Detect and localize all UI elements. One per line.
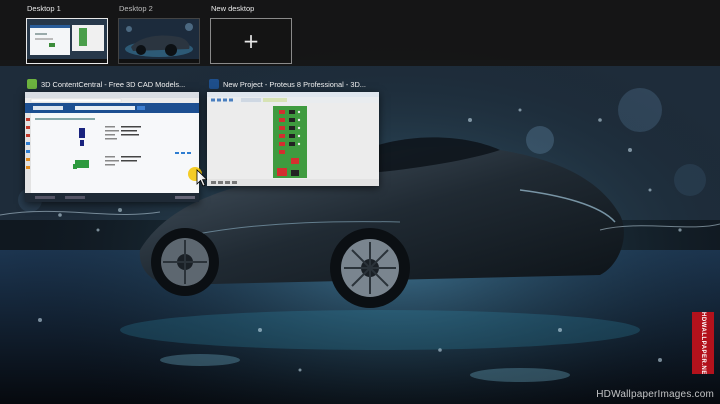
contentcentral-page-preview xyxy=(25,92,199,202)
contentcentral-app-icon xyxy=(27,79,37,89)
proteus-3d-viewer-preview xyxy=(207,92,379,186)
new-desktop[interactable]: New desktop + xyxy=(210,4,292,64)
window-2-title: New Project - Proteus 8 Professional - 3… xyxy=(223,79,366,89)
plus-icon: + xyxy=(242,29,260,53)
virtual-desktops-bar: Desktop 1 Desktop 2 New desktop + xyxy=(0,0,720,66)
desktop-2-label: Desktop 2 xyxy=(119,4,153,13)
desktop-1-preview xyxy=(27,19,107,63)
window-proteus[interactable]: New Project - Proteus 8 Professional - 3… xyxy=(207,76,381,186)
proteus-app-icon xyxy=(209,79,219,89)
desktop-1-thumbnail[interactable] xyxy=(26,18,108,64)
watermark-stamp: HDWALLPAPER.NET xyxy=(692,312,714,374)
window-1-title: 3D ContentCentral - Free 3D CAD Models..… xyxy=(41,79,186,89)
desktop-1-label: Desktop 1 xyxy=(27,4,61,13)
watermark-text: HDWallpaperImages.com xyxy=(596,389,714,400)
new-desktop-button[interactable]: + xyxy=(210,18,292,64)
desktop-2-preview xyxy=(119,19,199,63)
desktop-2[interactable]: Desktop 2 xyxy=(118,4,200,64)
window-3d-contentcentral[interactable]: 3D ContentCentral - Free 3D CAD Models..… xyxy=(25,76,208,246)
desktop-1[interactable]: Desktop 1 xyxy=(26,4,108,64)
desktop-2-thumbnail[interactable] xyxy=(118,18,200,64)
window-2-preview[interactable] xyxy=(207,92,379,186)
window-2-titlebar[interactable]: New Project - Proteus 8 Professional - 3… xyxy=(207,76,381,92)
window-1-titlebar[interactable]: 3D ContentCentral - Free 3D CAD Models..… xyxy=(25,76,199,92)
new-desktop-label: New desktop xyxy=(211,4,255,13)
window-1-preview[interactable] xyxy=(25,92,199,202)
